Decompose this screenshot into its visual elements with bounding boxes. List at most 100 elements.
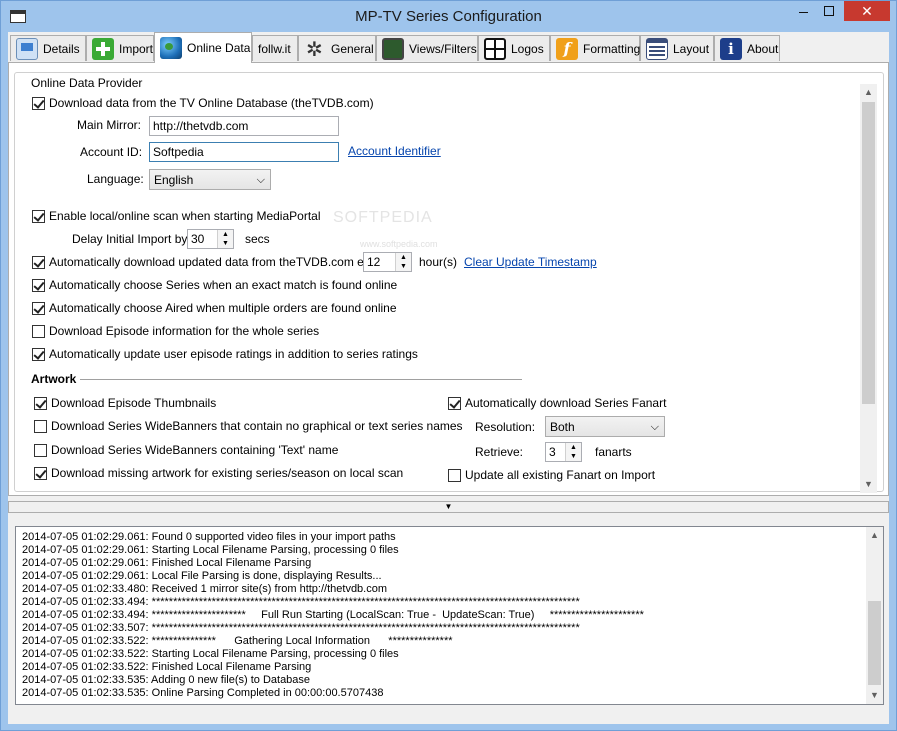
update-ratings-label: Automatically update user episode rating… [49,347,418,361]
app-window: MP-TV Series Configuration ✕ Details Imp… [0,0,897,731]
info-icon: i [720,37,742,60]
spin-down-icon[interactable]: ▼ [396,262,411,271]
scroll-down-icon[interactable]: ▼ [866,687,883,704]
log-line: 2014-07-05 01:02:29.061: Starting Local … [22,544,399,556]
tab-label: Logos [511,41,544,56]
tab-follwit[interactable]: follw.it [252,35,298,61]
main-mirror-input[interactable] [149,116,339,136]
update-ratings-checkbox[interactable] [32,348,45,361]
tab-views-filters[interactable]: Views/Filters [376,35,478,61]
language-select[interactable]: English ⌵ [149,169,271,190]
spin-up-icon[interactable]: ▲ [396,253,411,262]
enable-scan-checkbox[interactable] [32,210,45,223]
window-title: MP-TV Series Configuration [355,8,542,25]
tab-logos[interactable]: Logos [478,35,550,61]
scroll-up-icon[interactable]: ▲ [860,84,877,101]
update-fanart-label: Update all existing Fanart on Import [465,468,656,482]
title-bar: MP-TV Series Configuration ✕ [1,1,896,31]
series-fanart-checkbox[interactable] [448,397,461,410]
log-lines: 2014-07-05 01:02:29.061: Found 0 support… [22,531,862,700]
spinner-buttons: ▲ ▼ [217,230,233,248]
language-value: English [154,173,194,187]
tab-label: Formatting [583,41,641,56]
auto-update-checkbox[interactable] [32,256,45,269]
episode-thumbnails-label: Download Episode Thumbnails [51,396,217,410]
log-line: 2014-07-05 01:02:33.535: Online Parsing … [22,687,384,699]
page-scrollbar[interactable]: ▲ ▼ [860,84,877,493]
missing-artwork-label: Download missing artwork for existing se… [51,466,404,480]
clear-update-timestamp-link[interactable]: Clear Update Timestamp [464,255,597,269]
resolution-label: Resolution: [475,420,536,434]
artwork-separator [80,379,522,380]
globe-icon [160,37,182,59]
panel-splitter[interactable]: ▼ [8,501,889,513]
log-line: 2014-07-05 01:02:33.522: Starting Local … [22,648,399,660]
chevron-down-icon: ⌵ [256,174,265,186]
maximize-button[interactable] [816,1,842,21]
log-line: 2014-07-05 01:02:33.522: Finished Local … [22,661,312,673]
episode-info-label: Download Episode information for the who… [49,324,320,338]
log-line: 2014-07-05 01:02:33.494: ***************… [22,609,644,621]
grid-icon [484,37,506,60]
spin-down-icon[interactable]: ▼ [218,239,233,248]
tab-layout[interactable]: Layout [640,35,714,61]
log-scrollbar[interactable]: ▲ ▼ [866,527,883,704]
tab-label: Details [43,41,80,56]
tab-details[interactable]: Details [10,35,86,61]
scroll-thumb[interactable] [868,601,881,685]
update-interval-spinner[interactable]: 12 ▲ ▼ [363,252,412,272]
choose-series-checkbox[interactable] [32,279,45,292]
watermark-url: www.softpedia.com [360,239,438,249]
episode-thumbnails-checkbox[interactable] [34,397,47,410]
retrieve-value: 3 [549,445,556,459]
online-data-provider-group: Online Data Provider SOFTPEDIA www.softp… [14,72,884,529]
tab-general[interactable]: General [298,35,376,62]
tab-formatting[interactable]: f Formatting [550,35,640,61]
resolution-value: Both [550,420,575,434]
spinner-buttons: ▲ ▼ [395,253,411,271]
episode-info-checkbox[interactable] [32,325,45,338]
scroll-thumb[interactable] [862,102,875,404]
delay-unit: secs [245,232,270,246]
download-data-checkbox[interactable] [32,97,45,110]
account-label: Account ID: [80,145,143,159]
retrieve-unit: fanarts [595,445,632,459]
delay-spinner[interactable]: 30 ▲ ▼ [187,229,234,249]
log-line: 2014-07-05 01:02:33.480: Received 1 mirr… [22,583,388,595]
tab-import[interactable]: Import [86,35,154,61]
scroll-down-icon[interactable]: ▼ [860,476,877,493]
widebanners-text-checkbox[interactable] [34,444,47,457]
mirror-label: Main Mirror: [77,118,142,132]
resolution-select[interactable]: Both ⌵ [545,416,665,437]
watermark: SOFTPEDIA [333,209,433,226]
series-fanart-label: Automatically download Series Fanart [465,396,667,410]
account-id-input[interactable] [149,142,339,162]
spin-up-icon[interactable]: ▲ [566,443,581,452]
monitor-icon [16,37,38,60]
f-icon: f [556,37,578,60]
missing-artwork-checkbox[interactable] [34,467,47,480]
artwork-header: Artwork [31,372,77,386]
tab-online-data[interactable]: Online Data [154,32,252,63]
delay-label: Delay Initial Import by: [72,232,191,246]
widebanners-nogfx-checkbox[interactable] [34,420,47,433]
widebanners-nogfx-label: Download Series WideBanners that contain… [51,419,463,433]
account-identifier-link[interactable]: Account Identifier [348,144,441,158]
spin-down-icon[interactable]: ▼ [566,452,581,461]
log-line: 2014-07-05 01:02:33.494: ***************… [22,596,580,608]
close-button[interactable]: ✕ [844,1,890,21]
tab-strip: Details Import Online Data follw.it Gene… [8,32,889,63]
spin-up-icon[interactable]: ▲ [218,230,233,239]
language-label: Language: [87,172,144,186]
tab-about[interactable]: i About [714,35,780,61]
update-fanart-checkbox[interactable] [448,469,461,482]
choose-aired-label: Automatically choose Aired when multiple… [49,301,397,315]
screen-icon [382,37,404,60]
tab-label: General [331,41,374,56]
spinner-buttons: ▲ ▼ [565,443,581,461]
log-line: 2014-07-05 01:02:29.061: Finished Local … [22,557,312,569]
retrieve-spinner[interactable]: 3 ▲ ▼ [545,442,582,462]
minimize-button[interactable] [790,1,816,21]
scroll-up-icon[interactable]: ▲ [866,527,883,544]
choose-aired-checkbox[interactable] [32,302,45,315]
